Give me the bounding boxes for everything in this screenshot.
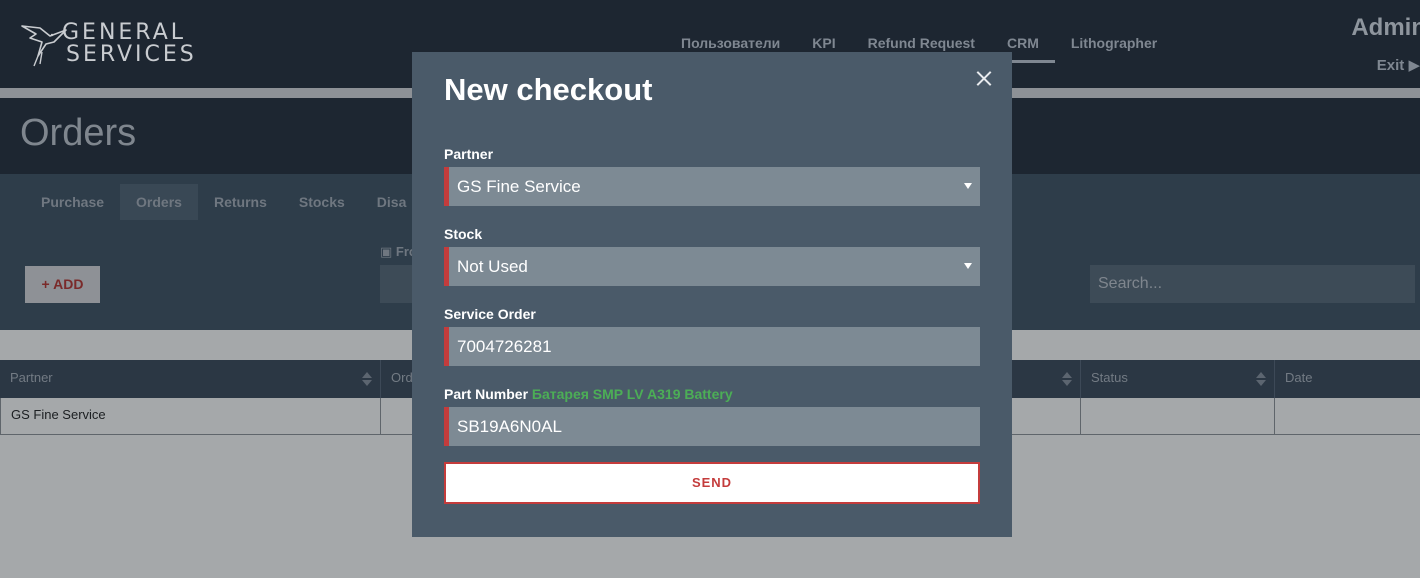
sort-icon[interactable] [1256, 372, 1266, 386]
column-header-label: Ord [391, 370, 413, 385]
column-header-label: Status [1091, 370, 1128, 385]
part-number-value: SB19A6N0AL [457, 417, 562, 436]
sort-icon[interactable] [362, 372, 372, 386]
part-number-label: Part Number Батарея SMP LV A319 Battery [444, 386, 733, 402]
stock-select-value: Not Used [457, 257, 528, 276]
partner-select[interactable]: GS Fine Service [444, 167, 980, 206]
column-header-date[interactable]: Date [1275, 360, 1420, 398]
part-number-hint: Батарея SMP LV A319 Battery [531, 386, 733, 402]
service-order-input[interactable]: 7004726281 [444, 327, 980, 366]
chevron-down-icon [964, 183, 972, 189]
add-button[interactable]: + ADD [25, 266, 100, 303]
tab-returns[interactable]: Returns [198, 184, 283, 220]
close-icon[interactable] [974, 68, 994, 88]
sort-icon[interactable] [1062, 372, 1072, 386]
stock-select[interactable]: Not Used [444, 247, 980, 286]
logo[interactable]: GENERAL SERVICES [20, 20, 230, 70]
chevron-down-icon [964, 263, 972, 269]
column-header-label: Date [1285, 370, 1313, 385]
part-number-label-text: Part Number [444, 386, 529, 402]
user-name: Admin [1351, 14, 1420, 41]
column-header-status[interactable]: Status [1081, 360, 1275, 398]
tab-purchase[interactable]: Purchase [25, 184, 120, 220]
part-number-input[interactable]: SB19A6N0AL [444, 407, 980, 446]
service-order-label: Service Order [444, 306, 536, 322]
nav-item-lithographer[interactable]: Lithographer [1055, 0, 1173, 88]
column-header-partner[interactable]: Partner [0, 360, 381, 398]
hummingbird-logo-icon [21, 25, 67, 67]
modal-title: New checkout [444, 72, 653, 107]
tab-orders[interactable]: Orders [120, 184, 198, 220]
service-order-value: 7004726281 [457, 337, 552, 356]
column-header-label: Partner [10, 370, 53, 385]
section-tabs: Purchase Orders Returns Stocks Disa [25, 184, 422, 220]
cell-partner: GS Fine Service [1, 398, 381, 434]
page-title: Orders [20, 112, 137, 154]
logo-text-line2: SERVICES [66, 42, 197, 67]
stock-label: Stock [444, 226, 483, 242]
tab-stocks[interactable]: Stocks [283, 184, 361, 220]
send-button[interactable]: SEND [444, 462, 980, 504]
partner-select-value: GS Fine Service [457, 177, 581, 196]
new-checkout-modal: New checkout Partner GS Fine Service Sto… [412, 52, 1012, 537]
exit-link[interactable]: Exit ▶ [1377, 56, 1420, 74]
cell-date [1275, 398, 1420, 434]
search-input[interactable] [1090, 265, 1415, 303]
partner-label: Partner [444, 146, 494, 162]
cell-status [1081, 398, 1275, 434]
